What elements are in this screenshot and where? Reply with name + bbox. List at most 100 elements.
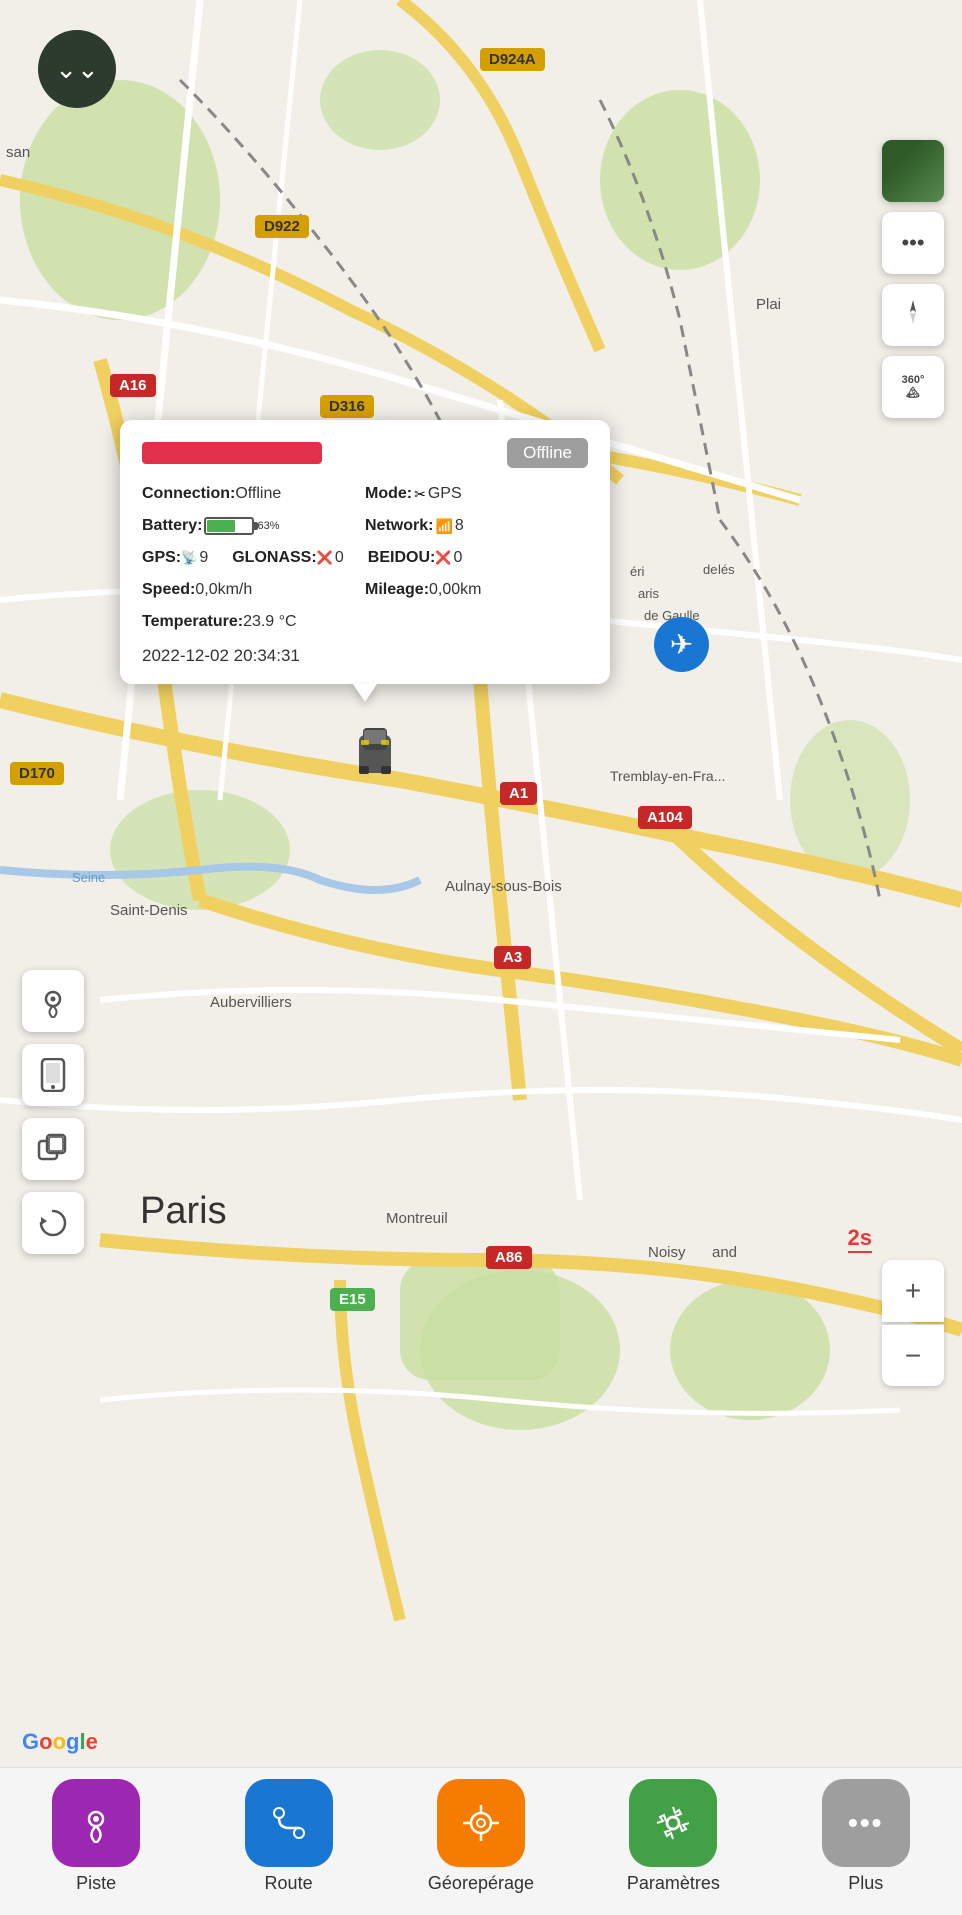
label-montreuil: Montreuil	[386, 1210, 448, 1227]
battery-label: Battery:	[142, 514, 202, 538]
vehicle-info-popup: Offline Connection: Offline Mode: ✂ GPS …	[120, 420, 610, 684]
google-g2: g	[66, 1729, 79, 1754]
gps-icon: 📡	[181, 548, 197, 568]
road-badge-a3: A3	[494, 946, 531, 969]
plus-label: Plus	[848, 1873, 883, 1894]
plus-dots-icon: •••	[848, 1807, 883, 1839]
zoom-out-button[interactable]: −	[882, 1324, 944, 1386]
road-badge-e15: E15	[330, 1288, 375, 1311]
mode-icon: ✂	[414, 484, 426, 505]
bottom-nav: Piste Route Géorepérage	[0, 1767, 962, 1915]
label-eri: éri	[630, 564, 644, 579]
zoom-interval-label: 2s	[848, 1225, 872, 1253]
nav-item-plus[interactable]: ••• Plus	[786, 1779, 946, 1894]
mode-label: Mode:	[365, 482, 412, 506]
road-badge-a1: A1	[500, 782, 537, 805]
zoom-in-button[interactable]: +	[882, 1260, 944, 1322]
connection-label: Connection:	[142, 482, 235, 506]
popup-title-bar	[142, 442, 322, 464]
network-value: 8	[455, 514, 464, 538]
nav-item-piste[interactable]: Piste	[16, 1779, 176, 1894]
parametres-icon-wrap	[629, 1779, 717, 1867]
road-badge-a16: A16	[110, 374, 156, 397]
left-button-group	[22, 970, 84, 1254]
piste-label: Piste	[76, 1873, 116, 1894]
geofence-button[interactable]	[22, 970, 84, 1032]
piste-icon	[76, 1803, 116, 1843]
satellite-layer-button[interactable]	[882, 140, 944, 202]
photo360-icon: 360°🏔	[902, 374, 925, 400]
popup-timestamp: 2022-12-02 20:34:31	[142, 646, 588, 666]
label-aubervilliers: Aubervilliers	[210, 994, 292, 1011]
road-badge-d924a: D924A	[480, 48, 545, 71]
google-watermark: Google	[22, 1729, 98, 1755]
georeperage-label: Géorepérage	[428, 1873, 534, 1894]
zoom-controls: + −	[882, 1260, 944, 1386]
nav-item-georeperage[interactable]: Géorepérage	[401, 1779, 561, 1894]
nav-item-route[interactable]: Route	[209, 1779, 369, 1894]
popup-col-battery: Battery: 63%	[142, 514, 365, 538]
photo360-button[interactable]: 360°🏔	[882, 356, 944, 418]
phone-icon	[38, 1058, 68, 1092]
popup-col-gps: GPS: 📡 9	[142, 546, 208, 570]
car-marker	[355, 720, 391, 780]
beidou-label: BEIDOU:	[368, 546, 436, 570]
piste-icon-wrap	[52, 1779, 140, 1867]
route-label: Route	[265, 1873, 313, 1894]
label-and: and	[712, 1244, 737, 1261]
popup-col-network: Network: 📶 8	[365, 514, 588, 538]
road-badge-a104: A104	[638, 806, 692, 829]
right-button-group: ••• 360°🏔	[882, 140, 944, 418]
popup-row-speed: Speed: 0,0km/h Mileage: 0,00km	[142, 578, 588, 602]
popup-tail	[353, 684, 377, 702]
route-icon-wrap	[245, 1779, 333, 1867]
refresh-icon	[37, 1207, 69, 1239]
glonass-icon: ❌	[317, 548, 333, 568]
mileage-value: 0,00km	[429, 578, 481, 602]
label-de: de	[703, 562, 717, 577]
popup-col-mileage: Mileage: 0,00km	[365, 578, 588, 602]
collapse-button[interactable]: ⌄⌄	[38, 30, 116, 108]
label-aris: aris	[638, 586, 659, 601]
map-roads	[0, 0, 962, 1915]
compass-button[interactable]	[882, 284, 944, 346]
battery-percent: 63%	[257, 518, 279, 535]
nav-item-parametres[interactable]: Paramètres	[593, 1779, 753, 1894]
popup-col-temp: Temperature: 23.9 °C	[142, 610, 588, 634]
road-badge-d170: D170	[10, 762, 64, 785]
clone-button[interactable]	[22, 1118, 84, 1180]
popup-col-connection: Connection: Offline	[142, 482, 365, 506]
google-o2: o	[53, 1729, 66, 1754]
label-noisy: Noisy	[648, 1244, 686, 1261]
mode-value: GPS	[428, 482, 462, 506]
gps-label: GPS:	[142, 546, 181, 570]
google-e: e	[86, 1729, 98, 1754]
refresh-button[interactable]	[22, 1192, 84, 1254]
route-icon	[269, 1803, 309, 1843]
popup-row-battery: Battery: 63% Network: 📶 8	[142, 514, 588, 538]
map-container: D924A D922 D316 A16 D170 A1 A104 A3 A86 …	[0, 0, 962, 1915]
speed-value: 0,0km/h	[195, 578, 252, 602]
geofence-icon	[36, 984, 70, 1018]
clone-icon	[37, 1133, 69, 1165]
connection-value: Offline	[235, 482, 281, 506]
minus-icon: −	[905, 1340, 921, 1372]
popup-header: Offline	[142, 438, 588, 468]
label-les: lés	[718, 562, 735, 577]
more-options-button[interactable]: •••	[882, 212, 944, 274]
popup-col-beidou: BEIDOU: ❌ 0	[368, 546, 463, 570]
georeperage-icon-wrap	[437, 1779, 525, 1867]
temp-value: 23.9 °C	[243, 610, 297, 634]
glonass-value: 0	[335, 546, 344, 570]
parametres-icon	[653, 1803, 693, 1843]
georeperage-icon	[461, 1803, 501, 1843]
label-plai: Plai	[756, 296, 781, 313]
phone-button[interactable]	[22, 1044, 84, 1106]
offline-badge: Offline	[507, 438, 588, 468]
network-label: Network:	[365, 514, 433, 538]
battery-fill	[207, 520, 235, 532]
chevron-down-icon: ⌄⌄	[55, 56, 99, 82]
mileage-label: Mileage:	[365, 578, 429, 602]
label-seine: Seine	[72, 870, 105, 885]
road-badge-a86: A86	[486, 1246, 532, 1269]
